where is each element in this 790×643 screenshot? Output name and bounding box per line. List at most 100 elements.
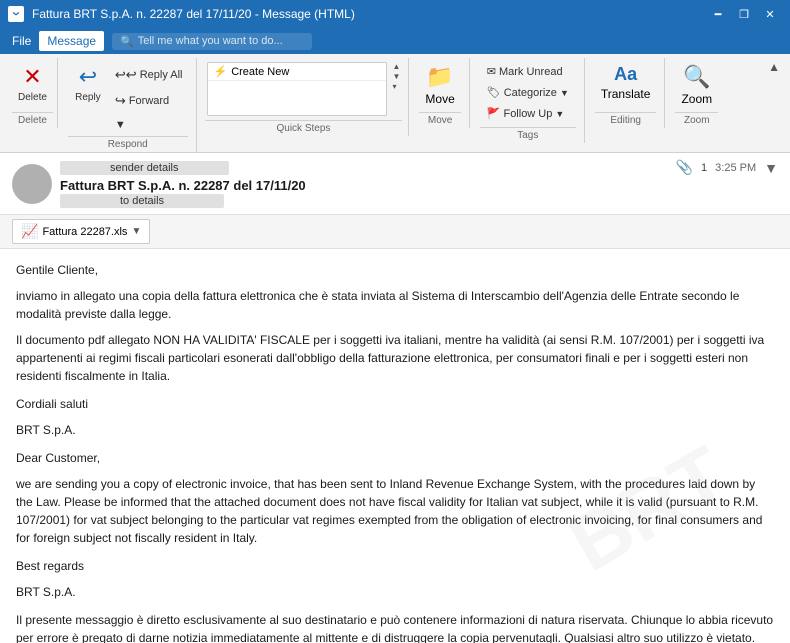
email-to: to details	[60, 194, 224, 208]
xls-icon: 📈	[21, 223, 38, 240]
attachment-dropdown-icon[interactable]: ▼	[131, 226, 141, 237]
ribbon-group-editing: Aa Translate Editing	[587, 58, 666, 128]
zoom-icon: 🔍	[683, 64, 710, 90]
email-time: 3:25 PM	[715, 162, 756, 174]
qs-up-arrow[interactable]: ▲	[393, 62, 401, 71]
search-icon: 🔍	[120, 35, 134, 48]
menu-bar: File Message 🔍 Tell me what you want to …	[0, 28, 790, 54]
brt-spa-it: BRT S.p.A.	[16, 421, 774, 439]
delete-icon: ✕	[23, 64, 41, 90]
title-bar-left: Fattura BRT S.p.A. n. 22287 del 17/11/20…	[8, 6, 355, 22]
window-title: Fattura BRT S.p.A. n. 22287 del 17/11/20…	[32, 7, 355, 21]
move-label: Move	[425, 92, 454, 106]
tell-me-label: Tell me what you want to do...	[138, 35, 283, 47]
restore-button[interactable]: ❐	[732, 4, 756, 24]
reply-all-label: Reply All	[140, 69, 183, 81]
menu-message[interactable]: Message	[39, 31, 104, 51]
ribbon-group-delete: ✕ Delete Delete	[8, 58, 58, 128]
app-icon	[8, 6, 24, 22]
follow-up-button[interactable]: 🚩 Follow Up ▼	[482, 104, 574, 123]
delete-group-label: Delete	[12, 112, 53, 126]
more-respond-button[interactable]: ▼	[110, 116, 188, 134]
window-controls: ━ ❐ ✕	[706, 4, 782, 24]
translate-label: Translate	[601, 87, 651, 101]
delete-button[interactable]: ✕ Delete	[12, 60, 53, 107]
cordiali-saluti: Cordiali saluti	[16, 395, 774, 413]
brt-spa-en: BRT S.p.A.	[16, 583, 774, 601]
best-regards: Best regards	[16, 557, 774, 575]
editing-buttons: Aa Translate	[595, 60, 657, 110]
zoom-button[interactable]: 🔍 Zoom	[675, 60, 718, 110]
sender-row: sender details 📎 1 3:25 PM ▼	[60, 159, 778, 176]
respond-group-label: Respond	[68, 136, 188, 150]
attachment-bar: 📈 Fattura 22287.xls ▼	[0, 215, 790, 249]
quick-steps-group-label: Quick Steps	[205, 120, 403, 134]
tags-buttons: ✉ Mark Unread 🏷 Categorize ▼ 🚩 Follow Up…	[480, 60, 576, 125]
respond-buttons: ↩ Reply ↩↩ Reply All ↪ Forward ▼	[68, 60, 188, 134]
translate-button[interactable]: Aa Translate	[595, 60, 657, 105]
greeting-english: Dear Customer,	[16, 449, 774, 467]
disclaimer-italian: Il presente messaggio è diretto esclusiv…	[16, 611, 774, 643]
delete-buttons: ✕ Delete	[12, 60, 53, 110]
ribbon: ✕ Delete Delete ↩ Reply ↩↩ Reply All ↪ F…	[0, 54, 790, 153]
reply-all-button[interactable]: ↩↩ Reply All	[110, 64, 188, 86]
body-paragraph-2: Cordiali saluti BRT S.p.A.	[16, 395, 774, 439]
collapse-ribbon-button[interactable]: ▲	[766, 58, 782, 76]
qs-down-arrow[interactable]: ▼	[393, 72, 401, 81]
forward-button[interactable]: ↪ Forward	[110, 90, 188, 112]
quick-steps-buttons: ⚡ Create New ▲ ▼ ▾	[205, 60, 403, 118]
zoom-group-label: Zoom	[675, 112, 718, 126]
create-new-step[interactable]: ⚡ Create New	[208, 63, 386, 81]
tell-me-search[interactable]: 🔍 Tell me what you want to do...	[112, 33, 312, 50]
categorize-dropdown-icon: ▼	[560, 88, 569, 98]
ribbon-group-tags: ✉ Mark Unread 🏷 Categorize ▼ 🚩 Follow Up…	[472, 58, 585, 143]
attachment-filename: Fattura 22287.xls	[42, 226, 127, 238]
body-paragraph-3: Dear Customer, we are sending you a copy…	[16, 449, 774, 547]
reply-button[interactable]: ↩ Reply	[68, 60, 108, 107]
mark-unread-button[interactable]: ✉ Mark Unread	[482, 62, 574, 81]
qs-expand-arrow[interactable]: ▾	[393, 82, 401, 91]
reply-label: Reply	[75, 92, 101, 103]
minimize-button[interactable]: ━	[706, 4, 730, 24]
categorize-button[interactable]: 🏷 Categorize ▼	[482, 83, 574, 102]
menu-file[interactable]: File	[4, 31, 39, 51]
translate-icon: Aa	[614, 64, 637, 85]
expand-email-button[interactable]: ▼	[764, 160, 778, 176]
header-right: 📎 1 3:25 PM ▼	[676, 159, 778, 176]
body-english-1: we are sending you a copy of electronic …	[16, 475, 774, 547]
forward-label: Forward	[129, 95, 169, 107]
sender-avatar	[12, 164, 52, 204]
collapse-ribbon-icon: ▲	[768, 60, 780, 74]
mark-unread-icon: ✉	[487, 65, 496, 78]
forward-icon: ↪	[115, 93, 126, 109]
body-paragraph-1: Gentile Cliente, inviamo in allegato una…	[16, 261, 774, 385]
quick-steps-box: ⚡ Create New	[207, 62, 387, 116]
body-line-3: Il documento pdf allegato NON HA VALIDIT…	[16, 331, 774, 385]
attachment-count: 1	[701, 162, 707, 174]
sender-email: sender details	[60, 161, 229, 175]
move-group-label: Move	[419, 112, 460, 126]
email-body: BRT Gentile Cliente, inviamo in allegato…	[0, 249, 790, 643]
title-bar: Fattura BRT S.p.A. n. 22287 del 17/11/20…	[0, 0, 790, 28]
zoom-label: Zoom	[681, 92, 712, 106]
follow-up-dropdown-icon: ▼	[555, 109, 564, 119]
greeting-italian: Gentile Cliente,	[16, 261, 774, 279]
ribbon-group-move: 📁 Move Move	[411, 58, 469, 128]
qs-arrows: ▲ ▼ ▾	[391, 60, 403, 93]
attachment-item[interactable]: 📈 Fattura 22287.xls ▼	[12, 219, 150, 244]
delete-label: Delete	[18, 92, 47, 103]
move-button[interactable]: 📁 Move	[419, 60, 460, 110]
ribbon-group-zoom: 🔍 Zoom Zoom	[667, 58, 726, 128]
categorize-icon: 🏷	[487, 86, 501, 99]
categorize-label: Categorize	[504, 87, 557, 99]
mark-unread-label: Mark Unread	[499, 66, 563, 78]
editing-group-label: Editing	[595, 112, 657, 126]
ribbon-group-respond: ↩ Reply ↩↩ Reply All ↪ Forward ▼ Respond	[60, 58, 197, 152]
ribbon-group-quick-steps: ⚡ Create New ▲ ▼ ▾ Quick Steps	[199, 58, 410, 136]
reply-icon: ↩	[79, 64, 97, 90]
lightning-icon: ⚡	[214, 65, 228, 78]
follow-up-label: Follow Up	[503, 108, 552, 120]
zoom-buttons: 🔍 Zoom	[675, 60, 718, 110]
more-respond-icon: ▼	[115, 119, 126, 131]
close-button[interactable]: ✕	[758, 4, 782, 24]
